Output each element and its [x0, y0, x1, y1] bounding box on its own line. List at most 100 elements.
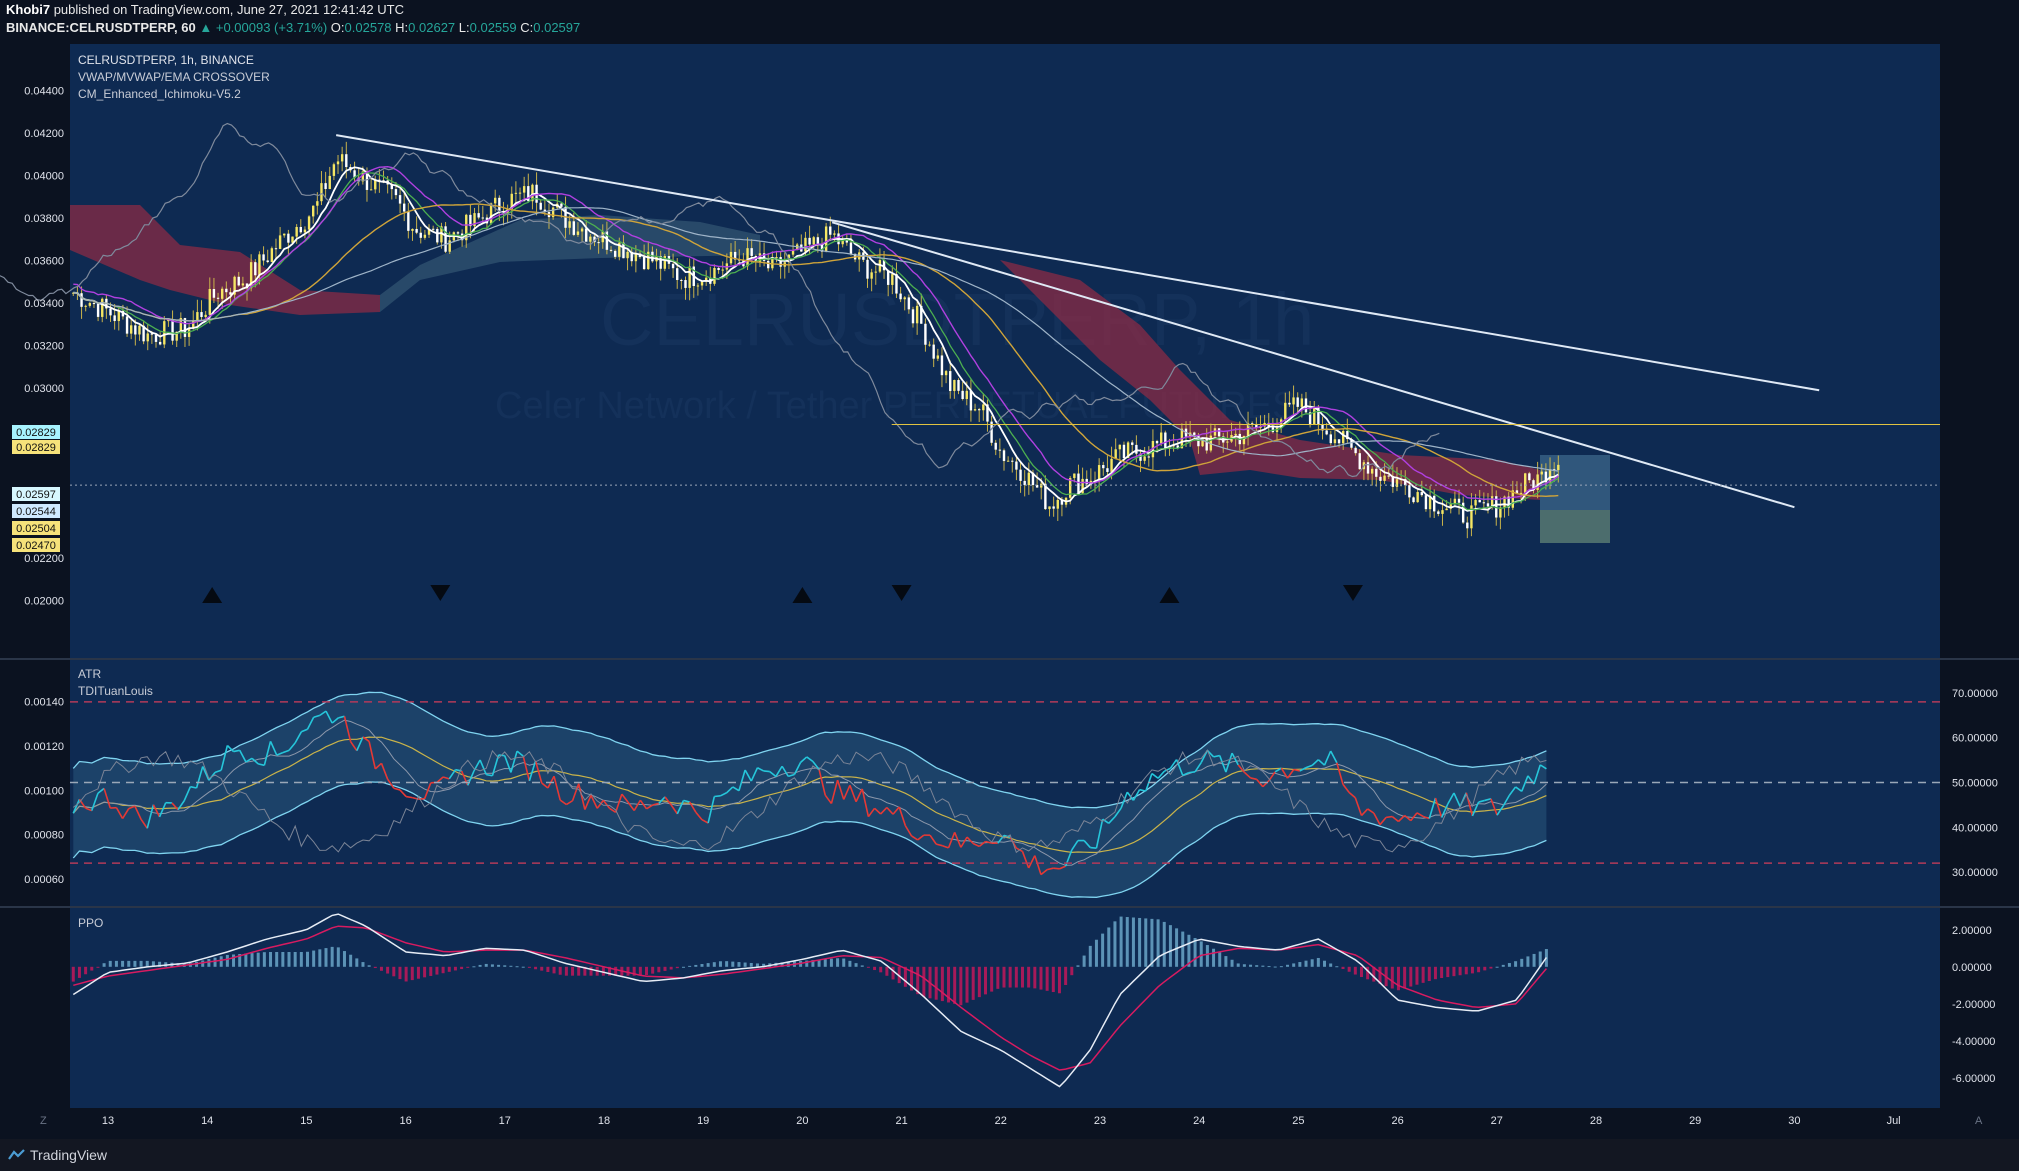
legend-vwap[interactable]: VWAP/MVWAP/EMA CROSSOVER: [78, 70, 270, 84]
candle-body: [1164, 432, 1167, 449]
candle-body: [824, 226, 828, 252]
candle-body: [154, 334, 158, 342]
candle-body: [498, 197, 501, 211]
tdi-tick: 40.00000: [1952, 822, 1998, 834]
ppo-histogram-bar: [225, 954, 229, 967]
time-tick: 21: [895, 1115, 907, 1127]
left-axis[interactable]: [0, 44, 70, 1108]
ppo-histogram-bar: [410, 966, 414, 981]
candle-body: [258, 254, 261, 276]
candle-body: [307, 216, 311, 230]
legend-symbol[interactable]: CELRUSDTPERP, 1h, BINANCE: [78, 53, 254, 67]
ppo-histogram-bar: [232, 954, 236, 967]
price-tick: 0.04000: [24, 171, 64, 183]
tradingview-brand[interactable]: TradingView: [30, 1147, 107, 1163]
ppo-histogram-bar: [515, 966, 519, 968]
ppo-histogram-bar: [77, 966, 81, 978]
candle-body: [316, 201, 319, 206]
legend-atr[interactable]: ATR: [78, 667, 101, 681]
price-tick: 0.03800: [24, 213, 64, 225]
candle-body: [1040, 483, 1043, 488]
ppo-pane[interactable]: [70, 908, 1940, 1108]
legend-ppo[interactable]: PPO: [78, 916, 103, 930]
ppo-histogram-bar: [1316, 957, 1320, 967]
candle-body: [1135, 444, 1138, 454]
candle-body: [1118, 444, 1122, 450]
ppo-histogram-bar: [1514, 961, 1518, 967]
ppo-histogram-bar: [281, 952, 285, 967]
atr-tick: 0.00100: [24, 785, 64, 797]
candle-body: [225, 288, 228, 293]
ppo-histogram-bar: [1113, 921, 1117, 967]
ppo-histogram-bar: [96, 966, 100, 968]
time-tick: 27: [1491, 1115, 1503, 1127]
candle-body: [1524, 473, 1527, 493]
legend-ichimoku[interactable]: CM_Enhanced_Ichimoku-V5.2: [78, 87, 241, 101]
candle-body: [928, 344, 931, 346]
rsi-segment: [1386, 815, 1393, 819]
ppo-histogram-bar: [1119, 916, 1123, 967]
candle-body: [208, 288, 211, 315]
ppo-histogram-bar: [891, 966, 895, 980]
legend-tdi[interactable]: TDITuanLouis: [78, 684, 153, 698]
candle-body: [1077, 473, 1080, 494]
candle-body: [829, 226, 832, 235]
candle-body: [270, 248, 274, 263]
candle-body: [1217, 428, 1221, 437]
candle-body: [1019, 469, 1022, 481]
ppo-histogram-bar: [1236, 963, 1240, 967]
candle-body: [932, 344, 935, 359]
candle-body: [1325, 430, 1328, 435]
candle-body: [1474, 500, 1477, 506]
ppo-histogram-bar: [324, 948, 328, 967]
ohlc-line: BINANCE:CELRUSDTPERP, 60 ▲ +0.00093 (+3.…: [6, 20, 580, 35]
candle-body: [1366, 462, 1370, 474]
ppo-histogram-bar: [675, 966, 679, 969]
candle-body: [568, 221, 571, 228]
ppo-histogram-bar: [940, 966, 944, 1002]
ppo-histogram-bar: [1008, 966, 1012, 988]
price-label: 0.02504: [16, 523, 56, 535]
candle-body: [138, 325, 141, 335]
candle-body: [163, 321, 166, 345]
ppo-histogram-bar: [1390, 966, 1394, 989]
candle-body: [1486, 503, 1490, 507]
ppo-histogram-bar: [305, 951, 309, 967]
rsi-segment: [1090, 846, 1097, 849]
z-button[interactable]: Z: [40, 1115, 47, 1127]
right-axis[interactable]: [1942, 44, 2019, 1108]
ppo-histogram-bar: [1489, 966, 1493, 969]
auto-scale-button[interactable]: A: [1975, 1115, 1983, 1127]
candle-body: [940, 355, 944, 376]
ppo-histogram-bar: [244, 953, 248, 967]
ppo-histogram-bar: [1464, 966, 1468, 975]
candle-body: [101, 298, 104, 317]
candle-body: [597, 242, 600, 244]
candle-body: [626, 251, 629, 259]
o-value: 0.02578: [344, 20, 392, 35]
candle-body: [965, 390, 968, 399]
author-name[interactable]: Khobi7: [6, 2, 50, 17]
ppo-histogram-bar: [959, 966, 963, 1006]
ppo-histogram-bar: [392, 966, 396, 977]
trading-chart[interactable]: CELRUSDTPERP, 1h Celer Network / Tether …: [0, 42, 2019, 1139]
ppo-histogram-bar: [330, 946, 334, 967]
ppo-histogram-bar: [1483, 966, 1487, 971]
ppo-histogram-bar: [860, 965, 864, 967]
ppo-histogram-bar: [823, 959, 827, 967]
candle-body: [1056, 499, 1059, 509]
ppo-histogram-bar: [503, 965, 507, 967]
ppo-histogram-bar: [453, 966, 457, 971]
candle-body: [332, 164, 336, 176]
candle-body: [609, 249, 613, 251]
candle-body: [423, 234, 427, 238]
ppo-histogram-bar: [1249, 964, 1253, 967]
ppo-histogram-bar: [965, 966, 969, 1003]
time-tick: 18: [598, 1115, 610, 1127]
ppo-histogram-bar: [1101, 933, 1105, 967]
ppo-histogram-bar: [219, 956, 223, 967]
ppo-histogram-bar: [121, 960, 125, 967]
ppo-histogram-bar: [521, 966, 525, 968]
ppo-histogram-bar: [1051, 966, 1055, 993]
candle-body: [113, 315, 116, 322]
